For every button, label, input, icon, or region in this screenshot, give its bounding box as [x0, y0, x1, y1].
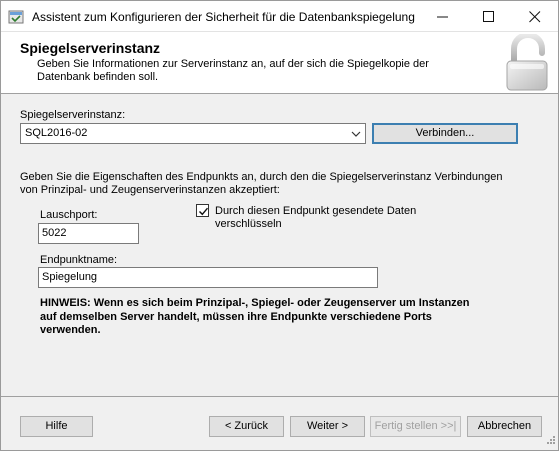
maximize-button[interactable] — [466, 1, 512, 32]
help-button[interactable]: Hilfe — [20, 416, 93, 437]
endpoint-name-label: Endpunktname: — [40, 254, 118, 266]
port-label: Lauschport: — [40, 209, 98, 221]
next-button[interactable]: Weiter > — [290, 416, 365, 437]
minimize-button[interactable] — [420, 1, 466, 32]
encrypt-checkbox[interactable] — [196, 204, 209, 217]
resize-grip-icon[interactable] — [546, 435, 556, 448]
endpoint-intro-text: Geben Sie die Eigenschaften des Endpunkt… — [20, 171, 503, 196]
title-bar[interactable]: Assistent zum Konfigurieren der Sicherhe… — [1, 1, 558, 32]
port-input[interactable]: 5022 — [38, 223, 139, 244]
endpoint-name-input[interactable]: Spiegelung — [38, 267, 378, 288]
mirror-instance-dropdown[interactable]: SQL2016-02 — [20, 123, 366, 144]
cancel-button[interactable]: Abbrechen — [467, 416, 542, 437]
footer-divider — [1, 396, 558, 397]
connect-button[interactable]: Verbinden... — [372, 123, 518, 144]
window-title: Assistent zum Konfigurieren der Sicherhe… — [32, 10, 415, 24]
hint-note: HINWEIS: Wenn es sich beim Prinzipal-, S… — [40, 297, 470, 336]
checkmark-icon — [199, 207, 209, 216]
close-button[interactable] — [512, 1, 558, 32]
wizard-window: Assistent zum Konfigurieren der Sicherhe… — [0, 0, 559, 451]
chevron-down-icon[interactable] — [351, 129, 361, 141]
mirror-instance-value: SQL2016-02 — [25, 127, 88, 139]
mirror-instance-label: Spiegelserverinstanz: — [20, 109, 126, 121]
wizard-header: Spiegelserverinstanz Geben Sie Informati… — [1, 31, 558, 95]
wizard-app-icon — [8, 9, 24, 25]
padlock-open-icon — [504, 31, 550, 95]
page-description: Geben Sie Informationen zur Serverinstan… — [37, 58, 429, 83]
page-title: Spiegelserverinstanz — [20, 40, 161, 56]
finish-button[interactable]: Fertig stellen >>| — [370, 416, 461, 437]
encrypt-label[interactable]: Durch diesen Endpunkt gesendete Daten ve… — [215, 205, 435, 231]
back-button[interactable]: < Zurück — [209, 416, 284, 437]
